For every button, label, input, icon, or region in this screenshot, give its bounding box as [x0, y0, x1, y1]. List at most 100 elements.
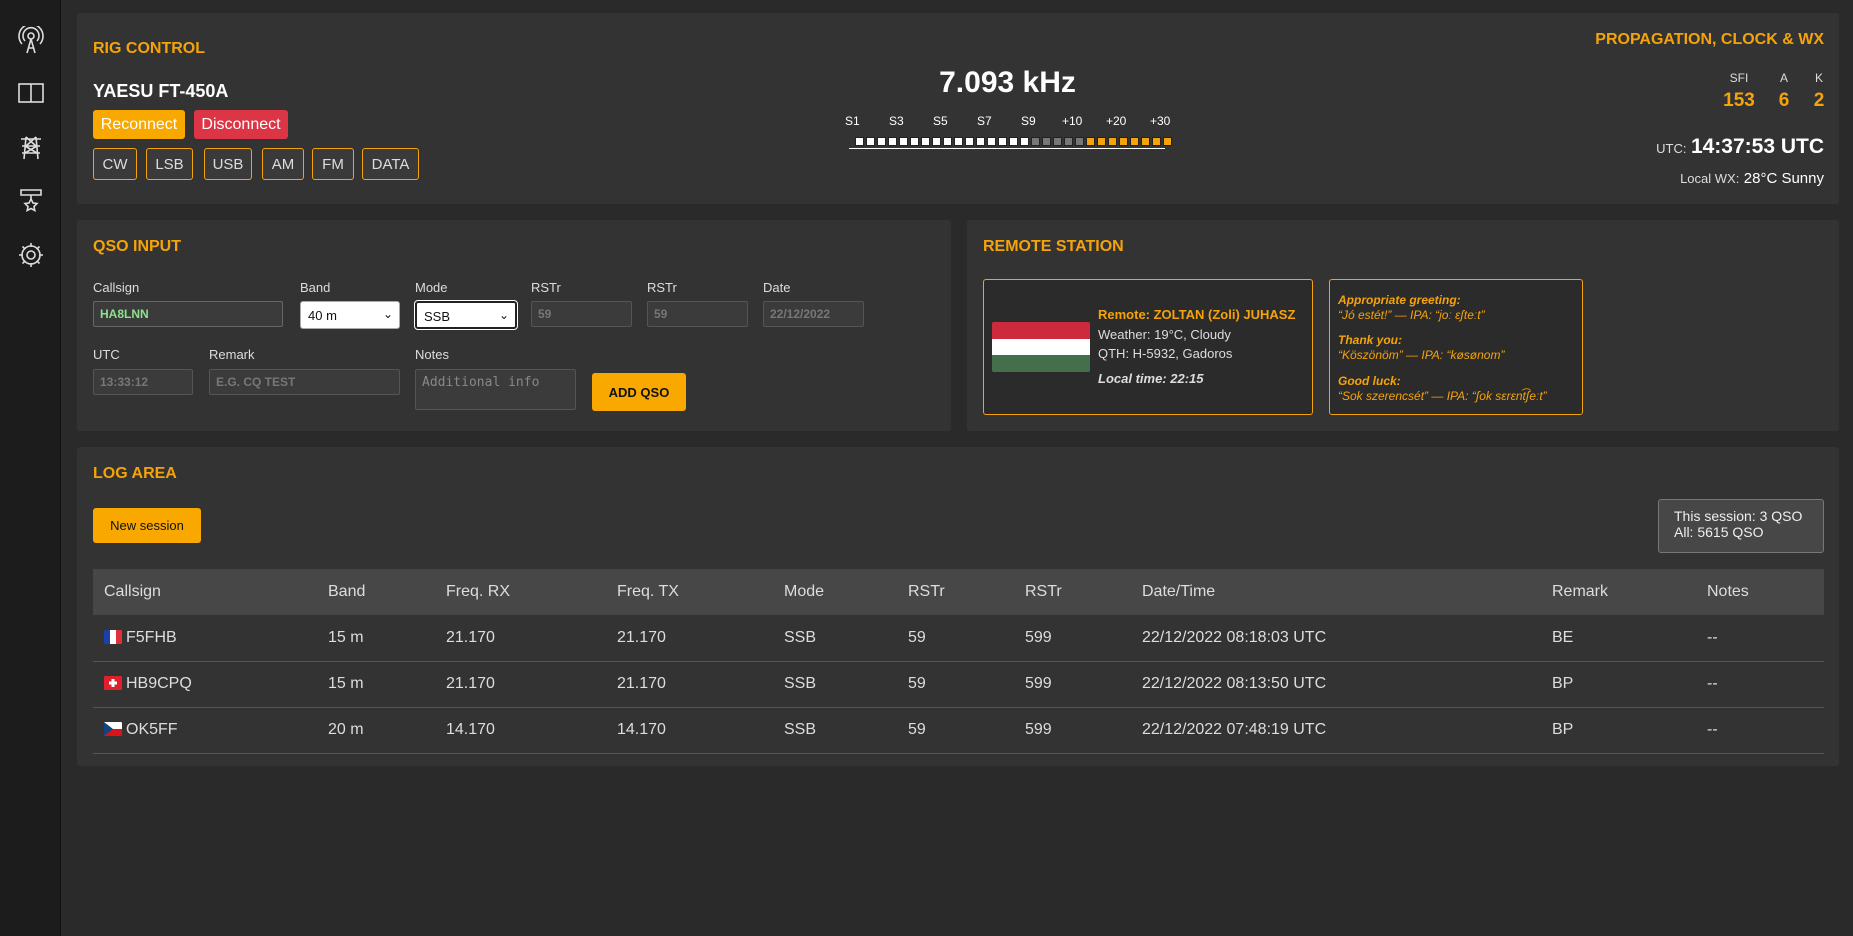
meter-segment: [965, 137, 974, 146]
mode-button-fm[interactable]: FM: [312, 148, 354, 180]
band-select[interactable]: 40 m ⌄: [300, 301, 400, 329]
table-cell: 15 m: [317, 615, 435, 662]
table-cell: SSB: [773, 661, 897, 708]
table-cell: --: [1696, 661, 1824, 708]
remote-weather: Weather: 19°C, Cloudy: [1098, 327, 1231, 342]
tower-icon[interactable]: [17, 134, 45, 162]
column-header[interactable]: Remark: [1541, 569, 1696, 615]
table-cell: 20 m: [317, 707, 435, 754]
table-row[interactable]: OK5FF 20 m 14.170 14.170 SSB 59 599 22/1…: [93, 707, 1824, 754]
column-header[interactable]: Notes: [1696, 569, 1824, 615]
utc-input[interactable]: 13:33:12: [93, 369, 193, 395]
table-row[interactable]: F5FHB 15 m 21.170 21.170 SSB 59 599 22/1…: [93, 615, 1824, 662]
table-cell: 22/12/2022 07:48:19 UTC: [1131, 707, 1541, 754]
meter-segment: [1020, 137, 1029, 146]
meter-segment: [921, 137, 930, 146]
callsign-text: OK5FF: [126, 721, 178, 738]
mode-button-data[interactable]: DATA: [362, 148, 419, 180]
remote-station-title: REMOTE STATION: [983, 238, 1124, 255]
meter-segment: [954, 137, 963, 146]
phrase-title: Thank you:: [1338, 333, 1403, 347]
meter-label: S5: [933, 114, 948, 128]
table-cell: BE: [1541, 615, 1696, 662]
mode-button-cw[interactable]: CW: [93, 148, 137, 180]
column-header[interactable]: Callsign: [93, 569, 317, 615]
meter-segment: [1130, 137, 1139, 146]
column-header[interactable]: Mode: [773, 569, 897, 615]
sfi-label: SFI: [1729, 71, 1749, 85]
disconnect-button[interactable]: Disconnect: [194, 110, 288, 139]
notes-textarea[interactable]: Additional info: [415, 369, 576, 410]
rst-sent-label: RSTr: [531, 280, 561, 295]
meter-label: +20: [1106, 114, 1127, 128]
table-row[interactable]: HB9CPQ 15 m 21.170 21.170 SSB 59 599 22/…: [93, 661, 1824, 708]
propagation-title: PROPAGATION, CLOCK & WX: [1595, 31, 1824, 48]
rst-sent-input[interactable]: 59: [531, 301, 632, 327]
callsign-input[interactable]: HA8LNN: [93, 301, 283, 327]
meter-segment: [932, 137, 941, 146]
book-icon[interactable]: [17, 79, 45, 107]
meter-segment: [998, 137, 1007, 146]
log-area-title: LOG AREA: [93, 465, 177, 482]
column-header[interactable]: Band: [317, 569, 435, 615]
mode-button-usb[interactable]: USB: [204, 148, 252, 180]
a-index-value: 6: [1778, 90, 1790, 111]
phrase-text: “Köszönöm” — IPA: “køsønom”: [1338, 348, 1505, 362]
band-select-value: 40 m: [308, 308, 337, 323]
mode-button-am[interactable]: AM: [262, 148, 304, 180]
column-header[interactable]: RSTr: [897, 569, 1014, 615]
rig-control-title: RIG CONTROL: [93, 40, 205, 57]
callsign-cell: HB9CPQ: [93, 661, 317, 708]
column-header[interactable]: Date/Time: [1131, 569, 1541, 615]
date-input[interactable]: 22/12/2022: [763, 301, 864, 327]
all-count: All: 5615 QSO: [1674, 524, 1764, 540]
czech-flag-icon: [104, 722, 122, 736]
table-cell: 14.170: [435, 707, 606, 754]
sidebar: [0, 0, 61, 936]
mode-select[interactable]: SSB ⌄: [414, 300, 518, 330]
meter-segment: [943, 137, 952, 146]
meter-label: S9: [1021, 114, 1036, 128]
log-table: Callsign Band Freq. RX Freq. TX Mode RST…: [93, 569, 1824, 754]
utc-clock-label: UTC:: [1656, 141, 1687, 156]
rst-received-input[interactable]: 59: [647, 301, 748, 327]
sfi-value: 153: [1723, 90, 1755, 111]
meter-segment: [866, 137, 875, 146]
table-cell: 21.170: [606, 615, 773, 662]
settings-icon[interactable]: [17, 241, 45, 269]
table-cell: 15 m: [317, 661, 435, 708]
meter-segment: [877, 137, 886, 146]
meter-label: S1: [845, 114, 860, 128]
table-cell: 599: [1014, 707, 1131, 754]
award-icon[interactable]: [17, 187, 45, 215]
remark-input[interactable]: E.G. CQ TEST: [209, 369, 400, 395]
table-header-row: Callsign Band Freq. RX Freq. TX Mode RST…: [93, 569, 1824, 615]
remote-info-card: Remote: ZOLTAN (Zoli) JUHASZ Weather: 19…: [983, 279, 1313, 415]
reconnect-button[interactable]: Reconnect: [93, 110, 185, 139]
rst-received-label: RSTr: [647, 280, 677, 295]
notes-label: Notes: [415, 347, 449, 362]
meter-segment: [1064, 137, 1073, 146]
column-header[interactable]: Freq. TX: [606, 569, 773, 615]
mode-button-lsb[interactable]: LSB: [146, 148, 193, 180]
radio-name: YAESU FT-450A: [93, 81, 229, 101]
table-cell: 59: [897, 615, 1014, 662]
column-header[interactable]: Freq. RX: [435, 569, 606, 615]
antenna-icon[interactable]: [17, 26, 45, 54]
chevron-down-icon: ⌄: [498, 308, 509, 322]
meter-baseline: [849, 148, 1165, 149]
remote-local-time: Local time: 22:15: [1098, 371, 1204, 386]
phrases-card: Appropriate greeting: “Jó estét!” — IPA:…: [1329, 279, 1583, 415]
table-cell: BP: [1541, 661, 1696, 708]
meter-segment: [1086, 137, 1095, 146]
table-cell: 59: [897, 661, 1014, 708]
column-header[interactable]: RSTr: [1014, 569, 1131, 615]
meter-segment: [1152, 137, 1161, 146]
local-weather: Local WX: 28°C Sunny: [1680, 170, 1824, 188]
qso-input-title: QSO INPUT: [93, 238, 182, 255]
meter-label: S3: [889, 114, 904, 128]
meter-segment: [910, 137, 919, 146]
add-qso-button[interactable]: ADD QSO: [592, 373, 686, 411]
new-session-button[interactable]: New session: [93, 508, 201, 543]
meter-segment: [1053, 137, 1062, 146]
